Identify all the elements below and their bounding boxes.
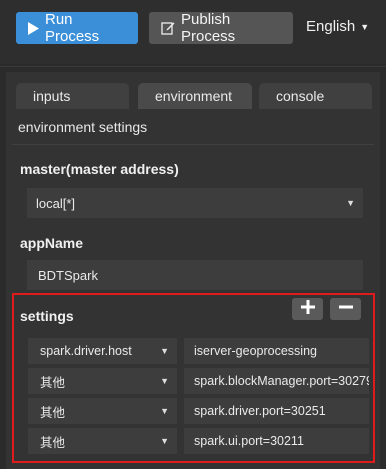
setting-key: spark.driver.host bbox=[40, 344, 132, 358]
tab-environment[interactable]: environment bbox=[138, 83, 252, 109]
tab-label: console bbox=[276, 88, 325, 104]
setting-value: spark.ui.port=30211 bbox=[194, 434, 304, 448]
chevron-down-icon: ▼ bbox=[360, 21, 370, 32]
section-title: environment settings bbox=[18, 119, 148, 135]
tab-label: inputs bbox=[33, 88, 71, 104]
appname-label: appName bbox=[20, 235, 84, 251]
setting-value-input[interactable]: spark.ui.port=30211 bbox=[184, 428, 369, 454]
language-label: English bbox=[306, 18, 356, 35]
section-divider bbox=[12, 144, 374, 145]
setting-key-select[interactable]: 其他 ▼ bbox=[28, 428, 177, 454]
setting-value-input[interactable]: iserver-geoprocessing bbox=[184, 338, 369, 364]
setting-value: spark.driver.port=30251 bbox=[194, 404, 326, 418]
add-setting-button[interactable] bbox=[292, 298, 323, 320]
setting-key-select[interactable]: spark.driver.host ▼ bbox=[28, 338, 177, 364]
setting-value: spark.blockManager.port=30279 bbox=[194, 374, 369, 388]
setting-value: iserver-geoprocessing bbox=[194, 344, 317, 358]
chevron-down-icon: ▼ bbox=[160, 436, 169, 446]
tab-inputs[interactable]: inputs bbox=[16, 83, 129, 109]
setting-key-select[interactable]: 其他 ▼ bbox=[28, 368, 177, 394]
publish-process-label: Publish Process bbox=[181, 11, 236, 45]
setting-key: 其他 bbox=[40, 435, 66, 450]
chevron-down-icon: ▼ bbox=[160, 406, 169, 416]
plus-icon bbox=[300, 299, 315, 319]
language-dropdown[interactable]: English ▼ bbox=[306, 18, 369, 35]
run-process-label: Run Process bbox=[45, 11, 100, 45]
edit-icon bbox=[161, 21, 175, 35]
setting-value-input[interactable]: spark.driver.port=30251 bbox=[184, 398, 369, 424]
master-label: master(master address) bbox=[20, 161, 179, 177]
publish-process-button[interactable]: Publish Process bbox=[149, 11, 293, 45]
process-panel: inputs environment console environment s… bbox=[6, 72, 380, 469]
appname-value: BDTSpark bbox=[38, 267, 98, 283]
tab-console[interactable]: console bbox=[259, 83, 372, 109]
remove-setting-button[interactable] bbox=[330, 298, 361, 320]
toolbar-divider bbox=[0, 66, 386, 67]
play-icon bbox=[28, 21, 39, 35]
chevron-down-icon: ▼ bbox=[346, 198, 355, 208]
minus-icon bbox=[338, 300, 353, 319]
master-select[interactable]: local[*] ▼ bbox=[27, 188, 363, 218]
appname-input[interactable]: BDTSpark bbox=[27, 260, 363, 290]
settings-label: settings bbox=[20, 308, 74, 324]
setting-key: 其他 bbox=[40, 405, 66, 420]
setting-key-select[interactable]: 其他 ▼ bbox=[28, 398, 177, 424]
chevron-down-icon: ▼ bbox=[160, 376, 169, 386]
top-toolbar: Run Process Publish Process English ▼ bbox=[0, 0, 386, 64]
tab-label: environment bbox=[155, 88, 233, 104]
run-process-button[interactable]: Run Process bbox=[16, 11, 138, 45]
setting-value-input[interactable]: spark.blockManager.port=30279 bbox=[184, 368, 369, 394]
chevron-down-icon: ▼ bbox=[160, 346, 169, 356]
setting-key: 其他 bbox=[40, 375, 66, 390]
master-value: local[*] bbox=[36, 195, 76, 211]
